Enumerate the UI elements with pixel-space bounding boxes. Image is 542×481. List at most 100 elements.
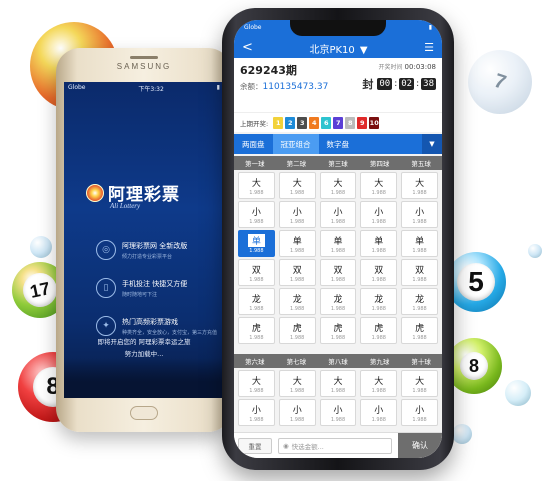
notch — [290, 20, 386, 36]
bet-option[interactable]: 大 1.988 — [278, 370, 316, 397]
bet-option[interactable]: 大 1.988 — [238, 172, 275, 199]
bet-option[interactable]: 小 1.988 — [238, 201, 275, 228]
bet-option-label: 大 — [333, 178, 343, 189]
bet-option[interactable]: 龙 1.988 — [278, 288, 316, 315]
bet-option[interactable]: 龙 1.988 — [319, 288, 357, 315]
bet-odds: 1.988 — [371, 305, 386, 312]
bet-option[interactable]: 大 1.988 — [401, 370, 438, 397]
bet-option-label: 龙 — [415, 294, 425, 305]
bet-option[interactable]: 双 1.988 — [238, 259, 275, 286]
bet-option[interactable]: 小 1.988 — [238, 399, 275, 426]
ball-number: 8 — [460, 352, 488, 380]
bet-odds: 1.988 — [412, 387, 427, 394]
bet-odds: 1.988 — [249, 218, 264, 225]
reset-button[interactable]: 重置 — [238, 437, 272, 454]
draw-number: 2 — [285, 116, 296, 129]
draw-number: 10 — [369, 116, 380, 129]
bet-option[interactable]: 单 1.988 — [360, 230, 398, 257]
bet-option-label: 小 — [374, 207, 384, 218]
bet-option-label: 大 — [333, 376, 343, 387]
bet-option[interactable]: 龙 1.988 — [360, 288, 398, 315]
bet-option-label: 大 — [292, 376, 302, 387]
bet-option[interactable]: 虎 1.988 — [278, 317, 316, 344]
bet-option-label: 小 — [415, 405, 425, 416]
open-time: 开奖时间 00:03:08 — [379, 62, 436, 71]
bet-odds: 1.988 — [330, 305, 346, 312]
ball-number: 7 — [491, 69, 509, 94]
game-title: 北京PK10 — [309, 44, 355, 56]
bet-option[interactable]: 大 1.988 — [401, 172, 438, 199]
bet-option-label: 虎 — [292, 323, 302, 334]
tab-two-sides[interactable]: 两面盘 — [234, 134, 273, 154]
tabs-expand-icon[interactable]: ▼ — [422, 134, 442, 154]
bet-option[interactable]: 单 1.988 — [278, 230, 316, 257]
feature-item: ✦ 热门高频彩票游戏 种类齐全，安全放心，支付宝，第三方充值 — [96, 316, 217, 336]
bet-option[interactable]: 小 1.988 — [319, 399, 357, 426]
draw-number: 3 — [297, 116, 308, 129]
target-icon: ◎ — [96, 240, 116, 260]
bet-option[interactable]: 单 1.988 — [238, 230, 275, 257]
bet-option[interactable]: 虎 1.988 — [401, 317, 438, 344]
bet-option[interactable]: 单 1.988 — [401, 230, 438, 257]
bet-option[interactable]: 小 1.988 — [278, 399, 316, 426]
bet-option-label: 小 — [333, 207, 343, 218]
amount-input[interactable]: ◉ 快选金额... — [278, 437, 392, 454]
bet-option-label: 大 — [415, 178, 425, 189]
bet-option[interactable]: 虎 1.988 — [319, 317, 357, 344]
bet-odds: 1.988 — [412, 334, 427, 341]
column-label: 第一球 — [245, 160, 265, 168]
close-label: 封 — [362, 78, 374, 91]
game-selector[interactable]: 北京PK10 ▼ — [309, 38, 367, 57]
bet-odds: 1.988 — [249, 387, 264, 394]
draw-number: 8 — [345, 116, 356, 129]
confirm-button[interactable]: 确认 — [398, 432, 442, 458]
bet-option[interactable]: 小 1.988 — [401, 399, 438, 426]
back-icon[interactable]: < — [242, 40, 253, 55]
last-draw-numbers: 1 2 3 4 6 7 8 9 10 — [273, 116, 380, 129]
bet-odds: 1.988 — [412, 305, 427, 312]
bet-option-label: 小 — [415, 207, 425, 218]
bet-option[interactable]: 大 1.988 — [360, 172, 398, 199]
bet-option[interactable]: 双 1.988 — [319, 259, 357, 286]
bet-option[interactable]: 小 1.988 — [360, 399, 398, 426]
bet-option[interactable]: 双 1.988 — [360, 259, 398, 286]
bet-option[interactable]: 单 1.988 — [319, 230, 357, 257]
carrier-label: Globe — [244, 24, 262, 31]
bet-odds: 1.988 — [371, 189, 386, 196]
bet-option[interactable]: 大 1.988 — [319, 172, 357, 199]
tab-champion-combo[interactable]: 冠亚组合 — [272, 134, 319, 154]
bet-option[interactable]: 龙 1.988 — [238, 288, 275, 315]
bet-option[interactable]: 虎 1.988 — [238, 317, 275, 344]
bet-option[interactable]: 大 1.988 — [238, 370, 275, 397]
lottery-ball-small-right — [505, 380, 531, 406]
bet-option[interactable]: 双 1.988 — [401, 259, 438, 286]
bet-option[interactable]: 大 1.988 — [278, 172, 316, 199]
tab-numbers[interactable]: 数字盘 — [319, 134, 358, 154]
draw-number: 1 — [273, 116, 284, 129]
bet-option[interactable]: 小 1.988 — [360, 201, 398, 228]
bet-option[interactable]: 虎 1.988 — [360, 317, 398, 344]
bet-option[interactable]: 小 1.988 — [319, 201, 357, 228]
bet-option[interactable]: 小 1.988 — [278, 201, 316, 228]
bet-option[interactable]: 龙 1.988 — [401, 288, 438, 315]
menu-icon[interactable]: ☰ — [424, 41, 434, 54]
bet-option[interactable]: 小 1.988 — [401, 201, 438, 228]
loading-status: 努力加载中... — [124, 350, 164, 358]
draw-number: 6 — [321, 116, 332, 129]
bet-odds: 1.988 — [330, 218, 346, 225]
bet-odds: 1.988 — [290, 218, 305, 225]
phone-icon: ▯ — [96, 278, 116, 298]
bet-option[interactable]: 双 1.988 — [278, 259, 316, 286]
app-header: < 北京PK10 ▼ ☰ — [234, 36, 442, 58]
bet-odds: 1.988 — [249, 276, 264, 283]
countdown-minutes: 02 — [399, 78, 415, 90]
bet-option-label: 大 — [415, 376, 425, 387]
bet-option[interactable]: 大 1.988 — [319, 370, 357, 397]
feature-title: 阿理彩票网 全新改版 — [122, 241, 188, 250]
bet-option-label: 单 — [247, 233, 265, 247]
column-label: 第九球 — [369, 358, 390, 366]
bet-odds: 1.988 — [290, 416, 305, 423]
bet-option[interactable]: 大 1.988 — [360, 370, 398, 397]
home-button[interactable] — [130, 406, 158, 420]
coin-icon: ◉ — [283, 441, 289, 450]
